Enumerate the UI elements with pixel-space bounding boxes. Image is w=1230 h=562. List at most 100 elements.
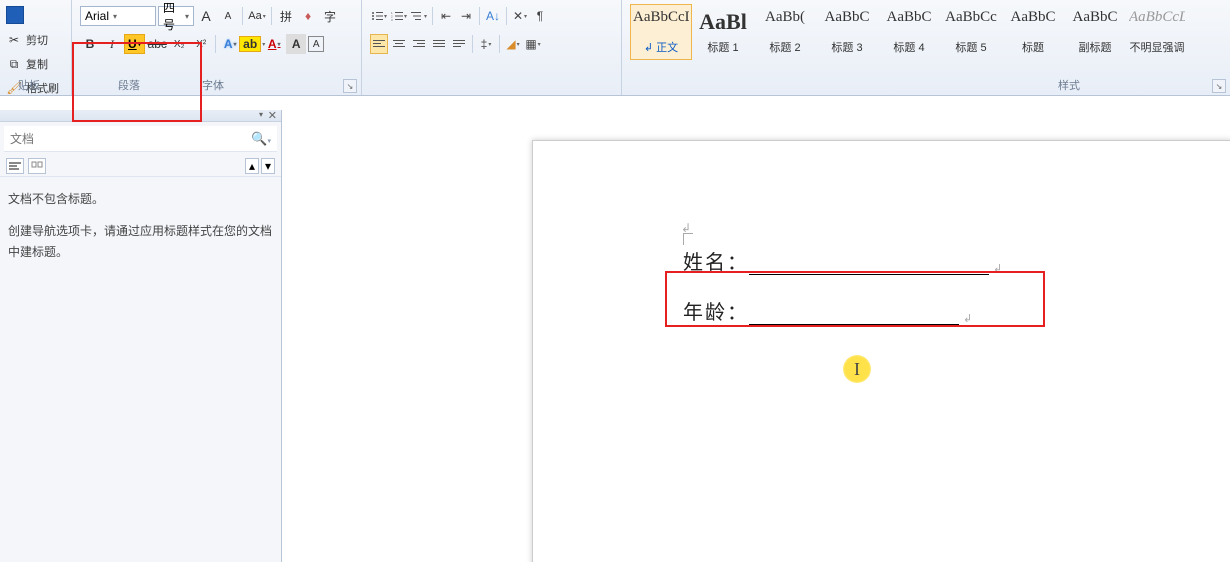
style-name: 标题 3 — [831, 39, 862, 55]
style-preview: AaBbC — [1067, 9, 1123, 26]
return-mark-icon: ↲ — [993, 262, 1002, 275]
numbering-button[interactable]: 123▾ — [390, 6, 408, 26]
char-shading-button[interactable]: A — [286, 34, 306, 54]
align-right-button[interactable] — [410, 34, 428, 54]
chevron-down-icon: ▾ — [185, 12, 189, 21]
style-name: 标题 5 — [955, 39, 986, 55]
shading-button[interactable]: ◢▾ — [504, 34, 522, 54]
justify-button[interactable] — [430, 34, 448, 54]
cut-button[interactable]: ✂ 剪切 — [2, 30, 69, 50]
strike-button[interactable]: abc — [147, 34, 167, 54]
nav-collapse-up[interactable]: ▴ — [245, 158, 259, 174]
text-cursor-icon: I — [854, 359, 860, 380]
nav-body: 文档不包含标题。 创建导航选项卡，请通过应用标题样式在您的文档中建标题。 — [0, 177, 281, 276]
distribute-button[interactable] — [450, 34, 468, 54]
paragraph-label: 段落 — [118, 77, 140, 93]
font-group: Arial▾ 四号▾ A A Aa▾ 拼 ♦ 字 B I U▾ abc X₂ X… — [72, 0, 362, 95]
form-line-age: 年龄： ↲ — [683, 291, 1171, 325]
paste-icon — [6, 6, 24, 24]
style-preview: AaBbC — [819, 9, 875, 26]
nav-tab-headings[interactable] — [6, 158, 24, 174]
style-preview: AaBbCcDd — [1129, 9, 1185, 26]
style-name: 副标题 — [1079, 39, 1112, 55]
style-name: ↲ 正文 — [644, 39, 678, 55]
char-border-button[interactable]: A — [308, 36, 324, 52]
show-marks-button[interactable]: ¶ — [531, 6, 549, 26]
font-color-button[interactable]: A▾ — [264, 34, 284, 54]
enclose-char-button[interactable]: 字 — [320, 6, 340, 26]
line-spacing-button[interactable]: ‡▾ — [477, 34, 495, 54]
scissors-icon: ✂ — [6, 32, 22, 48]
style-card-4[interactable]: AaBbC 标题 4 — [878, 4, 940, 60]
decrease-indent-button[interactable]: ⇤ — [437, 6, 455, 26]
navigation-pane: ▾ ✕ 🔍▾ ▴ ▾ 文档不包含标题。 创建导航选项卡，请通过应用标题样式在您的… — [0, 110, 282, 562]
shrink-font-button[interactable]: A — [218, 6, 238, 26]
style-preview: AaBbC — [881, 9, 937, 26]
nav-msg-2: 创建导航选项卡，请通过应用标题样式在您的文档中建标题。 — [8, 221, 273, 264]
style-name: 标题 4 — [893, 39, 924, 55]
font-size-combo[interactable]: 四号▾ — [158, 6, 194, 26]
close-icon[interactable]: ✕ — [268, 109, 277, 122]
asian-layout-button[interactable]: ✕▾ — [511, 6, 529, 26]
styles-group: AaBbCcDd↲ 正文AaBl标题 1AaBb(标题 2AaBbC标题 3Aa… — [622, 0, 1230, 95]
search-icon[interactable]: 🔍▾ — [251, 131, 271, 147]
nav-search-input[interactable] — [10, 132, 251, 146]
nav-tab-pages[interactable] — [28, 158, 46, 174]
chevron-down-icon: ▾ — [113, 12, 117, 21]
clipboard-label: 贴板 — [18, 77, 40, 93]
style-card-0[interactable]: AaBbCcDd ↲ 正文 — [630, 4, 692, 60]
style-name: 不明显强调 — [1130, 39, 1185, 55]
form-line-name: 姓名： ↲ — [683, 241, 1171, 275]
page-content[interactable]: 姓名： ↲ 年龄： ↲ — [533, 141, 1230, 325]
grow-font-button[interactable]: A — [196, 6, 216, 26]
superscript-button[interactable]: X² — [191, 34, 211, 54]
cursor-highlight: I — [843, 355, 871, 383]
age-underline[interactable] — [749, 303, 959, 325]
copy-button[interactable]: ⧉ 复制 — [2, 54, 69, 74]
phonetic-guide-button[interactable]: 拼 — [276, 6, 296, 26]
clipboard-group: ✂ 剪切 ⧉ 复制 🖌 格式刷 贴板 — [0, 0, 72, 95]
style-name: 标题 1 — [707, 39, 738, 55]
clear-format-button[interactable]: ♦ — [298, 6, 318, 26]
nav-header: ▾ ✕ — [0, 110, 281, 122]
align-center-button[interactable] — [390, 34, 408, 54]
style-card-2[interactable]: AaBb(标题 2 — [754, 4, 816, 60]
style-card-1[interactable]: AaBl 标题 1 — [692, 4, 754, 60]
nav-collapse-down[interactable]: ▾ — [261, 158, 275, 174]
age-label: 年龄： — [683, 296, 749, 325]
nav-tabs: ▴ ▾ — [0, 156, 281, 177]
sort-button[interactable]: A↓ — [484, 6, 502, 26]
subscript-button[interactable]: X₂ — [169, 34, 189, 54]
style-card-6[interactable]: AaBbC标题 — [1002, 4, 1064, 60]
text-effects-button[interactable]: A▾ — [220, 34, 240, 54]
style-preview: AaBbCcDd — [633, 9, 689, 26]
style-card-5[interactable]: AaBbCc 标题 5 — [940, 4, 1002, 60]
style-name: 标题 2 — [769, 39, 800, 55]
bullets-button[interactable]: ▾ — [370, 6, 388, 26]
font-name-combo[interactable]: Arial▾ — [80, 6, 156, 26]
svg-text:3: 3 — [391, 18, 393, 21]
multilevel-button[interactable]: ▾ — [410, 6, 428, 26]
paste-button[interactable] — [2, 4, 69, 26]
nav-menu-button[interactable]: ▾ — [259, 110, 263, 119]
page[interactable]: ↲ 姓名： ↲ 年龄： ↲ I — [532, 140, 1230, 562]
style-card-7[interactable]: AaBbC 副标题 — [1064, 4, 1126, 60]
style-preview: AaBl — [695, 9, 751, 35]
styles-label: 样式 — [1058, 77, 1080, 93]
nav-msg-1: 文档不包含标题。 — [8, 189, 273, 211]
style-card-3[interactable]: AaBbC 标题 3 — [816, 4, 878, 60]
paragraph-dialog-launcher[interactable]: ↘ — [1212, 79, 1226, 93]
font-dialog-launcher[interactable]: ↘ — [343, 79, 357, 93]
italic-button[interactable]: I — [102, 34, 122, 54]
borders-button[interactable]: ▦▾ — [524, 34, 542, 54]
style-preview: AaBbCc — [943, 9, 999, 26]
underline-button[interactable]: U▾ — [124, 34, 145, 54]
bold-button[interactable]: B — [80, 34, 100, 54]
highlight-button[interactable]: ab▾ — [242, 34, 262, 54]
align-left-button[interactable] — [370, 34, 388, 54]
name-underline[interactable] — [749, 253, 989, 275]
change-case-button[interactable]: Aa▾ — [247, 6, 267, 26]
increase-indent-button[interactable]: ⇥ — [457, 6, 475, 26]
style-card-8[interactable]: AaBbCcDd 不明显强调 — [1126, 4, 1188, 60]
name-label: 姓名： — [683, 246, 749, 275]
